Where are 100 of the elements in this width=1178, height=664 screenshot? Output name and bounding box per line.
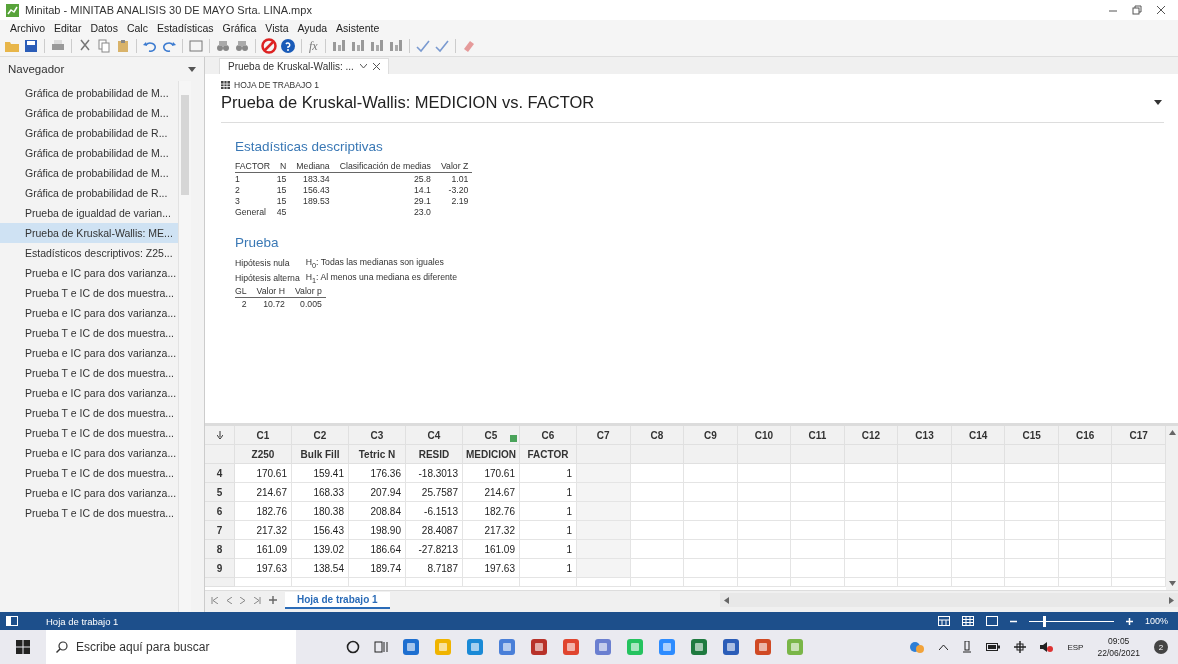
navigator-item[interactable]: Prueba T e IC de dos muestra... <box>0 503 178 523</box>
formula-button[interactable]: fx <box>307 38 320 54</box>
table-cell[interactable]: 182.76 <box>235 502 292 521</box>
app-icon[interactable] <box>690 638 708 656</box>
table-cell[interactable] <box>1058 502 1113 521</box>
table-cell[interactable]: 217.32 <box>235 521 292 540</box>
worksheet-view-icon[interactable] <box>937 616 950 626</box>
table-cell[interactable] <box>630 464 685 483</box>
column-id[interactable]: C5 <box>463 426 520 445</box>
scroll-left-icon[interactable] <box>724 596 729 604</box>
navigator-item[interactable]: Prueba T e IC de dos muestra... <box>0 323 178 343</box>
table-cell[interactable] <box>349 578 406 587</box>
table-cell[interactable] <box>684 521 738 540</box>
table-cell[interactable] <box>1058 464 1113 483</box>
column-name[interactable]: Z250 <box>235 445 292 464</box>
column-id[interactable]: C15 <box>1005 426 1059 445</box>
menu-item[interactable]: Editar <box>54 22 82 34</box>
table-cell[interactable]: 25.7587 <box>406 483 463 502</box>
table-cell[interactable]: 198.90 <box>349 521 406 540</box>
table-cell[interactable]: 182.76 <box>463 502 520 521</box>
app-icon[interactable] <box>594 638 612 656</box>
navigator-item[interactable]: Prueba e IC para dos varianza... <box>0 343 178 363</box>
table-cell[interactable]: 138.54 <box>292 559 349 578</box>
grid-view-icon[interactable] <box>961 616 974 626</box>
previous-sheet-icon[interactable] <box>226 596 232 604</box>
table-cell[interactable] <box>577 521 631 540</box>
table-cell[interactable] <box>630 502 685 521</box>
row-number[interactable]: 8 <box>205 540 235 559</box>
menu-item[interactable]: Calc <box>126 22 148 34</box>
bars-icon[interactable] <box>330 38 347 54</box>
scroll-down-icon[interactable] <box>1168 581 1176 586</box>
table-cell[interactable] <box>463 578 520 587</box>
table-cell[interactable] <box>1058 559 1113 578</box>
table-cell[interactable] <box>630 521 685 540</box>
column-id[interactable]: C12 <box>844 426 899 445</box>
table-cell[interactable]: -6.1513 <box>406 502 463 521</box>
column-id[interactable]: C2 <box>292 426 349 445</box>
table-cell[interactable] <box>791 502 845 521</box>
panel-toggle-icon[interactable] <box>6 616 18 626</box>
column-name[interactable]: Tetric N <box>349 445 406 464</box>
first-sheet-icon[interactable] <box>211 596 218 604</box>
column-name[interactable] <box>577 445 631 464</box>
column-name[interactable] <box>898 445 952 464</box>
table-cell[interactable] <box>630 578 685 587</box>
table-cell[interactable] <box>630 540 685 559</box>
app-icon[interactable] <box>498 638 516 656</box>
table-cell[interactable]: 207.94 <box>349 483 406 502</box>
table-cell[interactable]: -18.3013 <box>406 464 463 483</box>
close-icon[interactable] <box>372 63 380 70</box>
navigator-item[interactable]: Prueba e IC para dos varianza... <box>0 443 178 463</box>
menu-item[interactable]: Ayuda <box>297 22 328 34</box>
add-sheet-icon[interactable] <box>269 596 277 604</box>
table-cell[interactable] <box>577 540 631 559</box>
navigator-item[interactable]: Prueba de Kruskal-Wallis: ME... <box>0 223 178 243</box>
table-cell[interactable]: 161.09 <box>235 540 292 559</box>
row-number[interactable]: 9 <box>205 559 235 578</box>
slider-thumb[interactable] <box>1043 615 1047 627</box>
people-icon[interactable] <box>909 640 926 654</box>
navigator-item[interactable]: Gráfica de probabilidad de M... <box>0 143 178 163</box>
speaker-icon[interactable] <box>1040 641 1054 653</box>
navigator-item[interactable]: Gráfica de probabilidad de M... <box>0 163 178 183</box>
column-id[interactable]: C17 <box>1112 426 1166 445</box>
dropdown-icon[interactable] <box>1154 100 1162 105</box>
table-cell[interactable] <box>737 540 792 559</box>
column-name[interactable] <box>1005 445 1059 464</box>
dropdown-icon[interactable] <box>188 66 196 72</box>
table-cell[interactable] <box>737 464 792 483</box>
navigator-item[interactable]: Prueba T e IC de dos muestra... <box>0 423 178 443</box>
column-name[interactable] <box>1112 445 1166 464</box>
navigator-item[interactable]: Prueba T e IC de dos muestra... <box>0 283 178 303</box>
table-cell[interactable] <box>684 464 738 483</box>
table-cell[interactable] <box>1058 540 1113 559</box>
chevron-up-icon[interactable] <box>939 644 949 650</box>
scroll-up-icon[interactable] <box>1168 430 1176 435</box>
table-cell[interactable] <box>684 578 738 587</box>
table-cell[interactable]: 156.43 <box>292 521 349 540</box>
navigator-item[interactable]: Gráfica de probabilidad de R... <box>0 183 178 203</box>
menu-item[interactable]: Gráfica <box>222 22 257 34</box>
table-cell[interactable] <box>898 521 952 540</box>
column-id[interactable]: C13 <box>898 426 952 445</box>
table-cell[interactable]: 170.61 <box>463 464 520 483</box>
app-icon[interactable] <box>402 638 420 656</box>
column-name[interactable] <box>844 445 899 464</box>
menu-item[interactable]: Archivo <box>10 22 45 34</box>
column-name[interactable] <box>630 445 685 464</box>
circle-icon[interactable] <box>346 640 360 654</box>
restore-icon[interactable] <box>1132 5 1142 15</box>
bars-icon[interactable] <box>368 38 385 54</box>
window-icon[interactable] <box>188 38 204 54</box>
output-tab[interactable]: Prueba de Kruskal-Wallis: ... <box>219 58 389 74</box>
table-cell[interactable] <box>1005 578 1059 587</box>
table-cell[interactable] <box>1005 502 1059 521</box>
paste-icon[interactable] <box>115 38 131 54</box>
clock[interactable]: 09:05 22/06/2021 <box>1097 635 1140 659</box>
corner-cell[interactable] <box>205 426 235 445</box>
menu-item[interactable]: Estadísticas <box>156 22 214 34</box>
navigator-item[interactable]: Gráfica de probabilidad de R... <box>0 123 178 143</box>
table-cell[interactable]: 214.67 <box>235 483 292 502</box>
table-cell[interactable]: 176.36 <box>349 464 406 483</box>
table-cell[interactable] <box>684 540 738 559</box>
